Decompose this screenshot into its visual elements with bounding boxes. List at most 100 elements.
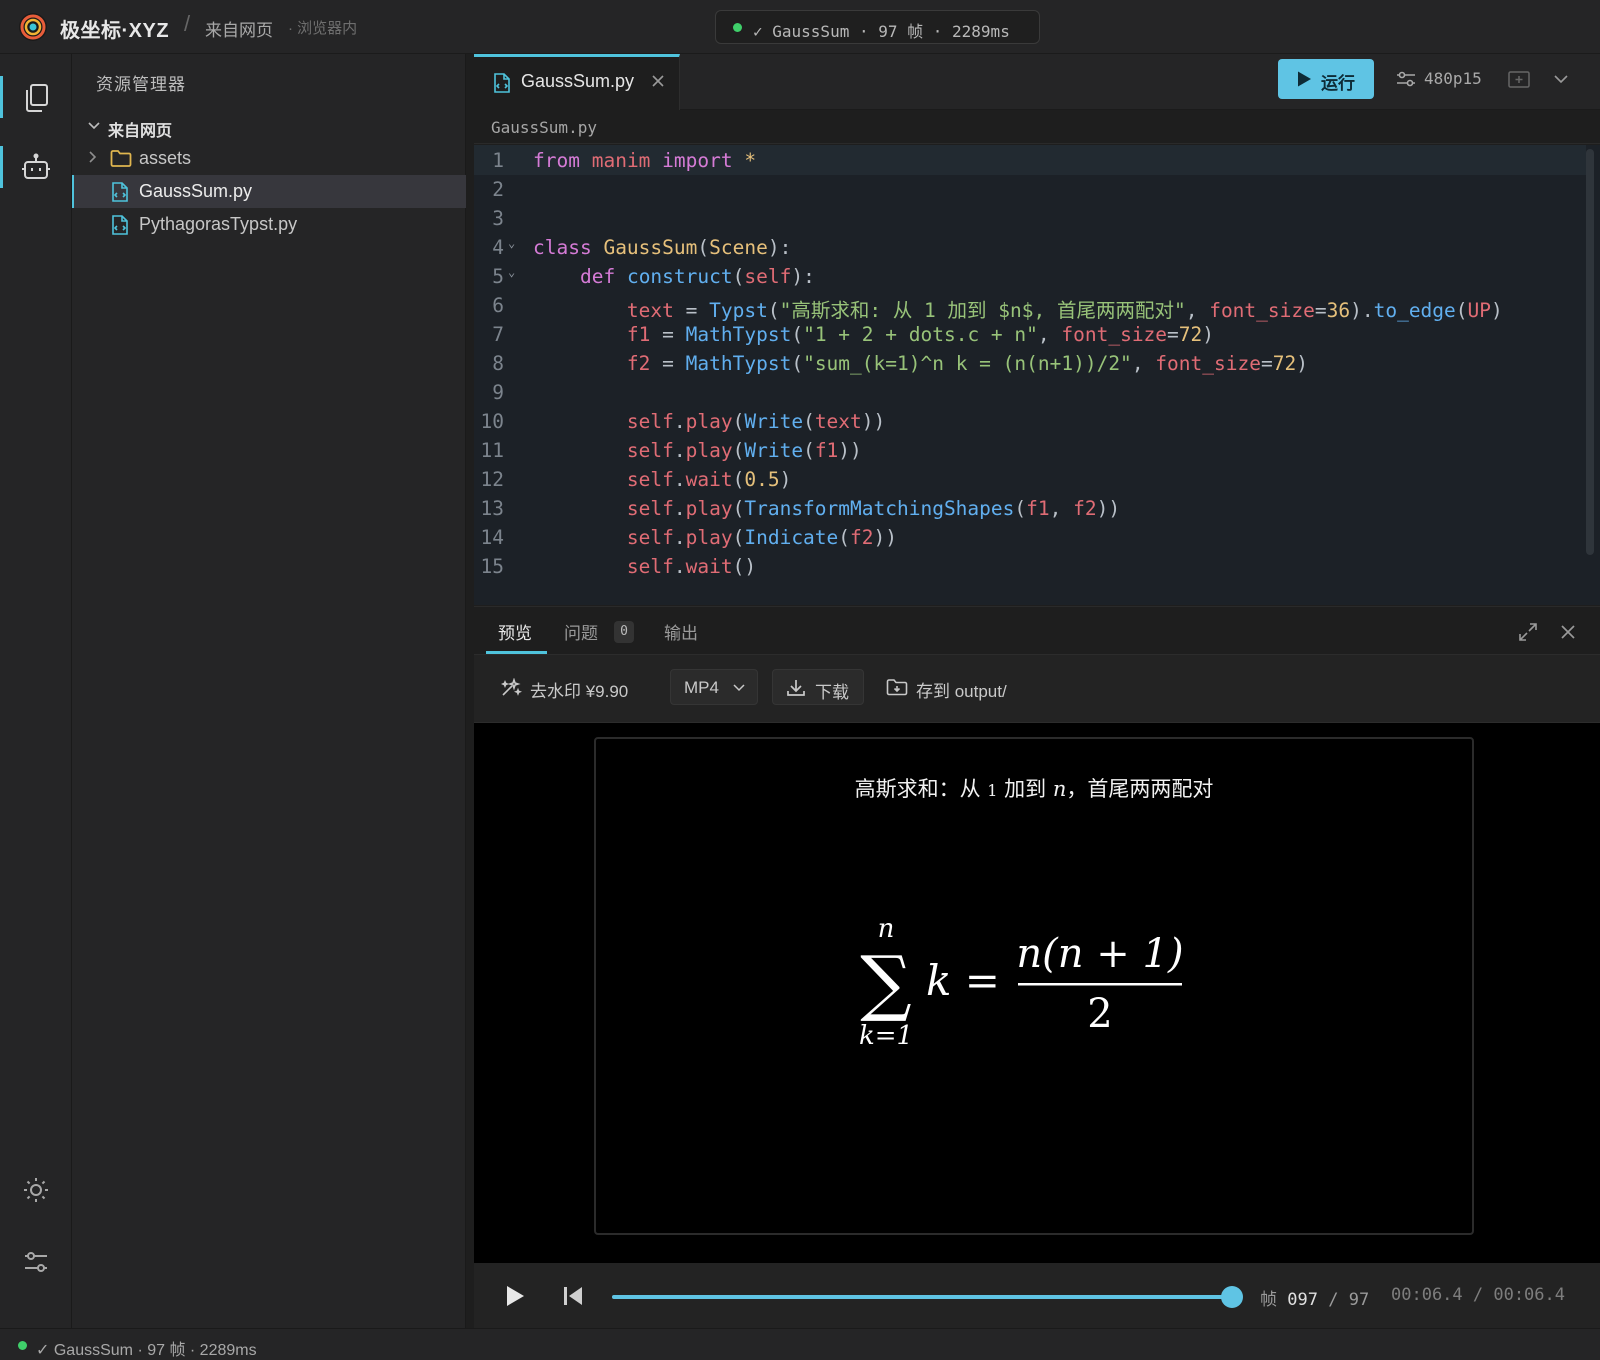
play-icon — [1298, 71, 1311, 87]
editor-scrollbar[interactable] — [1586, 149, 1594, 555]
chevron-down-icon — [88, 122, 100, 130]
format-select[interactable]: MP4 — [670, 669, 758, 705]
line-source: f2 = MathTypst("sum_(k=1)^n k = (n(n+1))… — [626, 352, 1308, 375]
line-source: class GaussSum(Scene): — [533, 236, 792, 259]
sum-lower-limit: k=1 — [859, 1021, 913, 1049]
breadcrumb[interactable]: 来自网页 — [205, 16, 273, 41]
fraction-denominator: 2 — [1087, 991, 1112, 1037]
problems-count-badge: 0 — [614, 621, 634, 643]
code-line: 4 ⌄ class GaussSum(Scene): — [474, 232, 1584, 262]
line-source: self.play(Indicate(f2)) — [626, 526, 897, 549]
code-line: 11 self.play(Write(f1)) — [474, 435, 1584, 465]
line-number: 2 — [492, 178, 504, 201]
tree-item-label: GaussSum.py — [139, 181, 253, 201]
timeline-handle[interactable] — [1221, 1286, 1243, 1308]
play-icon[interactable] — [504, 1284, 526, 1308]
code-line: 8 f2 = MathTypst("sum_(k=1)^n k = (n(n+1… — [474, 348, 1584, 378]
line-number: 11 — [480, 439, 504, 462]
code-line: 3 — [474, 203, 1584, 233]
line-number: 12 — [480, 468, 504, 491]
line-number: 9 — [492, 381, 504, 404]
close-icon[interactable] — [651, 74, 665, 88]
video-stage: 高斯求和：从 1 加到 n，首尾两两配对 n ∑ k=1 k = n(n + 1… — [474, 723, 1600, 1263]
file-path-label: GaussSum.py — [491, 118, 597, 137]
line-number: 13 — [480, 497, 504, 520]
line-number: 15 — [480, 555, 504, 578]
maximize-icon[interactable] — [1518, 622, 1538, 642]
line-source: from manim import * — [533, 149, 757, 172]
download-label: 下载 — [815, 683, 849, 702]
timeline-track[interactable] — [612, 1286, 1243, 1308]
add-panel-icon[interactable] — [1508, 70, 1530, 90]
tab-label: GaussSum.py — [521, 71, 635, 91]
skip-to-start-icon[interactable] — [562, 1284, 584, 1308]
bottom-panel: 预览 问题 0 输出 去水印 ¥9.90 MP4 下载 存到 output/ 高… — [474, 606, 1600, 1329]
run-button[interactable]: 运行 — [1278, 59, 1374, 99]
tree-root-folder[interactable]: 来自网页 — [72, 109, 466, 142]
tab-output[interactable]: 输出 — [664, 619, 698, 644]
video-title: 高斯求和：从 1 加到 n，首尾两两配对 — [854, 777, 1214, 801]
frame-counter: 帧 097 / 97 — [1260, 1290, 1370, 1310]
chevron-down-icon[interactable] — [1554, 74, 1568, 84]
line-number: 8 — [492, 352, 504, 375]
line-number: 14 — [480, 526, 504, 549]
sum-symbol: ∑ — [860, 940, 911, 1024]
code-editor: GaussSum.py 运行 480p15 GaussSum.py 1 from… — [474, 54, 1600, 606]
tree-item-assets[interactable]: assets — [72, 142, 466, 175]
python-file-icon — [112, 182, 128, 202]
app-brand: 极坐标·XYZ — [60, 20, 170, 42]
tree-item-gausssum[interactable]: GaussSum.py — [72, 175, 466, 208]
line-number: 3 — [492, 207, 504, 230]
playback-controls: 帧 097 / 97 00:06.4 / 00:06.4 — [474, 1263, 1600, 1329]
settings-sliders-icon[interactable] — [22, 1248, 50, 1276]
code-line: 2 — [474, 174, 1584, 204]
line-source: self.play(Write(f1)) — [626, 439, 862, 462]
chevron-down-icon — [733, 684, 745, 692]
timeline-progress — [612, 1295, 1232, 1299]
code-line: 9 — [474, 377, 1584, 407]
line-number: 10 — [480, 410, 504, 433]
fraction-numerator: n(n + 1) — [1016, 931, 1183, 977]
close-icon[interactable] — [1560, 624, 1576, 640]
fold-chevron-icon[interactable]: ⌄ — [508, 236, 515, 250]
status-bar: ✓ GaussSum · 97 帧 · 2289ms — [0, 1328, 1600, 1360]
explorer-sidebar: 资源管理器 来自网页 assets GaussSum.py Pythagoras… — [72, 54, 466, 1328]
file-path-breadcrumb: GaussSum.py — [474, 110, 1600, 144]
line-source: self.play(Write(text)) — [626, 410, 886, 433]
sparkle-icon — [500, 678, 522, 696]
explorer-title: 资源管理器 — [96, 75, 186, 94]
code-area[interactable]: 1 from manim import * 2 3 4 ⌄ class Gaus… — [474, 145, 1600, 605]
panel-tabbar: 预览 问题 0 输出 — [474, 607, 1600, 655]
video-preview[interactable]: 高斯求和：从 1 加到 n，首尾两两配对 n ∑ k=1 k = n(n + 1… — [594, 737, 1474, 1235]
tab-gausssum[interactable]: GaussSum.py — [474, 54, 680, 110]
status-ok-dot — [18, 1341, 27, 1350]
remove-watermark-button[interactable]: 去水印 ¥9.90 — [494, 669, 654, 705]
activity-explorer[interactable] — [0, 68, 72, 126]
status-bar-text: ✓ GaussSum · 97 帧 · 2289ms — [36, 1342, 257, 1359]
breadcrumb-separator: / — [184, 11, 191, 36]
gauss-sum-formula: n ∑ k=1 k = n(n + 1) 2 — [859, 914, 1184, 1049]
app-logo-icon — [19, 13, 47, 41]
save-to-output-label: 存到 output/ — [916, 682, 1007, 701]
python-file-icon — [494, 73, 510, 93]
status-ok-dot — [733, 23, 742, 32]
tab-problems[interactable]: 问题 — [564, 619, 598, 644]
download-button[interactable]: 下载 — [772, 669, 864, 705]
preview-toolbar: 去水印 ¥9.90 MP4 下载 存到 output/ — [474, 655, 1600, 723]
line-number: 4 — [492, 236, 504, 259]
fraction-bar — [1018, 983, 1182, 986]
tree-item-label: assets — [139, 148, 192, 168]
activity-assistant[interactable] — [0, 138, 72, 196]
robot-icon — [22, 153, 50, 179]
tree-item-pythagoras[interactable]: PythagorasTypst.py — [72, 208, 466, 241]
fold-chevron-icon[interactable]: ⌄ — [508, 265, 515, 279]
render-status-text: ✓ GaussSum · 97 帧 · 2289ms — [753, 22, 1010, 41]
tab-preview[interactable]: 预览 — [498, 619, 532, 644]
save-to-output-button[interactable]: 存到 output/ — [880, 669, 1030, 705]
chevron-right-icon — [89, 151, 97, 163]
code-line: 6 text = Typst("高斯求和: 从 1 加到 $n$, 首尾两两配对… — [474, 290, 1584, 322]
line-source: f1 = MathTypst("1 + 2 + dots.c + n", fon… — [626, 323, 1215, 346]
theme-toggle-icon[interactable] — [22, 1176, 50, 1204]
files-icon — [26, 84, 48, 112]
line-source: def construct(self): — [579, 265, 815, 288]
